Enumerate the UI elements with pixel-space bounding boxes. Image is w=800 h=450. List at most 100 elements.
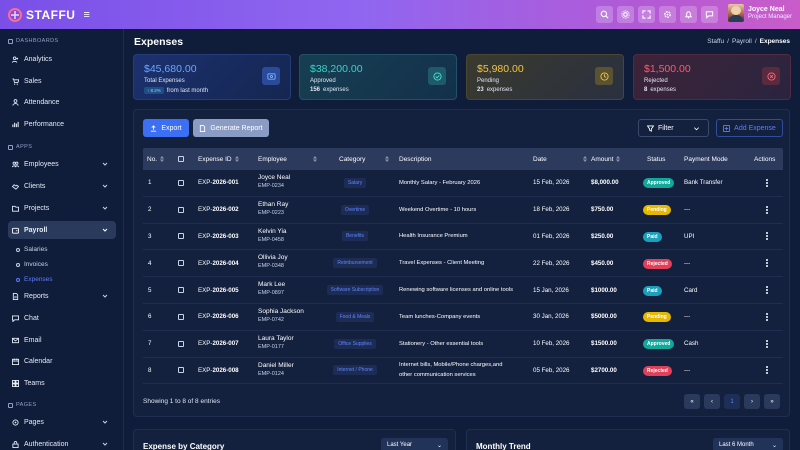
clock-icon bbox=[595, 67, 613, 85]
row-checkbox[interactable] bbox=[178, 313, 184, 320]
next-page-button[interactable]: › bbox=[744, 394, 760, 409]
row-checkbox[interactable] bbox=[178, 367, 184, 374]
row-checkbox[interactable] bbox=[178, 340, 184, 347]
sidebar-subitem-expenses[interactable]: Expenses bbox=[16, 276, 53, 283]
chat-bubble-icon[interactable] bbox=[701, 6, 718, 23]
brand[interactable]: STAFFU ≡ bbox=[8, 7, 126, 22]
row-actions-menu[interactable] bbox=[766, 178, 768, 187]
sidebar-subitem-invoices[interactable]: Invoices bbox=[16, 261, 48, 268]
sidebar-item-clients[interactable]: Clients bbox=[8, 177, 116, 195]
sidebar-item-reports[interactable]: Reports bbox=[8, 287, 116, 305]
header-expense-id[interactable]: Expense ID bbox=[198, 156, 239, 163]
fullscreen-icon[interactable] bbox=[638, 6, 655, 23]
header-description[interactable]: Description bbox=[399, 156, 432, 163]
menu-toggle-icon[interactable]: ≡ bbox=[83, 9, 89, 21]
expense-id[interactable]: EXP-2026-007 bbox=[198, 340, 239, 347]
expense-id[interactable]: EXP-2026-008 bbox=[198, 367, 239, 374]
stat-label: Rejected bbox=[644, 78, 668, 84]
period-select[interactable]: Last Year ⌄ bbox=[381, 438, 448, 450]
breadcrumb-item-payroll[interactable]: Payroll bbox=[732, 38, 752, 45]
row-actions-menu[interactable] bbox=[766, 259, 768, 268]
period-select[interactable]: Last 6 Month ⌄ bbox=[713, 438, 783, 450]
header-date[interactable]: Date bbox=[533, 156, 587, 163]
chevron-down-icon: ⌄ bbox=[771, 442, 777, 449]
select-value: Last Year bbox=[387, 442, 413, 448]
user-name: Joyce Neal bbox=[747, 5, 785, 13]
close-circle-icon bbox=[762, 67, 780, 85]
expense-id[interactable]: EXP-2026-003 bbox=[198, 233, 239, 240]
sidebar-item-sales[interactable]: Sales bbox=[8, 72, 116, 90]
row-actions-menu[interactable] bbox=[766, 366, 768, 375]
sidebar-item-label: Teams bbox=[24, 379, 45, 387]
sidebar-item-chat[interactable]: Chat bbox=[8, 309, 116, 327]
filter-dropdown[interactable]: Filter bbox=[638, 119, 709, 137]
row-actions-menu[interactable] bbox=[766, 286, 768, 295]
description-text: Health Insurance Premium bbox=[399, 233, 468, 240]
row-checkbox[interactable] bbox=[178, 260, 184, 267]
employee-cell: Kelvin Yia EMP-0458 bbox=[258, 228, 287, 244]
expense-id[interactable]: EXP-2026-004 bbox=[198, 260, 239, 267]
row-checkbox[interactable] bbox=[178, 179, 184, 186]
add-expense-button[interactable]: Add Expense bbox=[716, 119, 783, 137]
amount-cell: $450.00 bbox=[591, 259, 614, 267]
chevron-down-icon bbox=[694, 126, 699, 130]
row-actions-menu[interactable] bbox=[766, 312, 768, 321]
sidebar-item-email[interactable]: Email bbox=[8, 331, 116, 349]
sidebar-item-payroll[interactable]: Payroll bbox=[8, 221, 116, 239]
card-title: Expense by Category bbox=[143, 442, 225, 450]
breadcrumb-item-staffu[interactable]: Staffu bbox=[707, 38, 724, 45]
sidebar-item-attendance[interactable]: Attendance bbox=[8, 93, 116, 111]
header-category[interactable]: Category bbox=[339, 156, 390, 163]
header-no[interactable]: No. bbox=[147, 155, 165, 163]
gear-icon[interactable] bbox=[659, 6, 676, 23]
sidebar-item-authentication[interactable]: Authentication bbox=[8, 435, 116, 450]
status-cell: Approved bbox=[643, 339, 675, 350]
row-checkbox[interactable] bbox=[178, 206, 184, 213]
chat-icon bbox=[12, 314, 19, 322]
sidebar-item-projects[interactable]: Projects bbox=[8, 199, 116, 217]
sidebar-item-performance[interactable]: Performance bbox=[8, 115, 116, 133]
expense-id-prefix: EXP- bbox=[198, 286, 213, 294]
first-page-button[interactable]: « bbox=[684, 394, 700, 409]
prev-page-button[interactable]: ‹ bbox=[704, 394, 720, 409]
expense-id[interactable]: EXP-2026-005 bbox=[198, 287, 239, 294]
row-actions-menu[interactable] bbox=[766, 339, 768, 348]
row-actions-menu[interactable] bbox=[766, 232, 768, 241]
user-profile[interactable]: Joyce Neal Project Manager bbox=[727, 4, 792, 22]
sidebar-item-pages[interactable]: Pages bbox=[8, 413, 116, 431]
notification-bell-icon[interactable] bbox=[680, 6, 697, 23]
header-label: Description bbox=[399, 155, 432, 163]
header-amount[interactable]: Amount bbox=[591, 156, 621, 163]
sidebar-item-calendar[interactable]: Calendar bbox=[8, 352, 116, 370]
expense-id[interactable]: EXP-2026-006 bbox=[198, 313, 239, 320]
page-1-button[interactable]: 1 bbox=[724, 394, 740, 409]
sort-icon bbox=[160, 155, 165, 162]
header-employee[interactable]: Employee bbox=[258, 156, 317, 163]
stat-card-approved: $38,200.00 Approved 156 expenses bbox=[299, 54, 457, 100]
generate-report-button[interactable]: Generate Report bbox=[193, 119, 269, 137]
status-cell: Paid bbox=[643, 285, 662, 296]
sidebar-item-employees[interactable]: Employees bbox=[8, 155, 116, 173]
expense-id[interactable]: EXP-2026-001 bbox=[198, 179, 239, 186]
main-content: Expenses Staffu / Payroll / Expenses $45… bbox=[124, 29, 800, 450]
export-button[interactable]: Export bbox=[143, 119, 189, 137]
sidebar-item-label: Calendar bbox=[24, 357, 53, 365]
expenses-table: No. Expense ID Employee Category Descrip… bbox=[143, 148, 783, 385]
employee-cell: Sophia Jackson EMP-0742 bbox=[258, 308, 304, 324]
row-checkbox[interactable] bbox=[178, 233, 184, 240]
sidebar-item-analytics[interactable]: Analytics bbox=[8, 50, 116, 68]
expense-id[interactable]: EXP-2026-002 bbox=[198, 206, 239, 213]
status-cell: Rejected bbox=[643, 365, 672, 376]
search-icon[interactable] bbox=[596, 6, 613, 23]
settings-icon[interactable] bbox=[617, 6, 634, 23]
row-number: 3 bbox=[148, 232, 152, 240]
last-page-button[interactable]: » bbox=[764, 394, 780, 409]
employee-id: EMP-0458 bbox=[258, 236, 284, 243]
select-all-checkbox[interactable] bbox=[178, 156, 184, 162]
status-badge: Rejected bbox=[643, 365, 672, 376]
sidebar-subitem-salaries[interactable]: Salaries bbox=[16, 246, 47, 253]
row-actions-menu[interactable] bbox=[766, 205, 768, 214]
row-checkbox[interactable] bbox=[178, 287, 184, 294]
subitem-label: Expenses bbox=[24, 276, 53, 283]
sidebar-item-teams[interactable]: Teams bbox=[8, 374, 116, 392]
